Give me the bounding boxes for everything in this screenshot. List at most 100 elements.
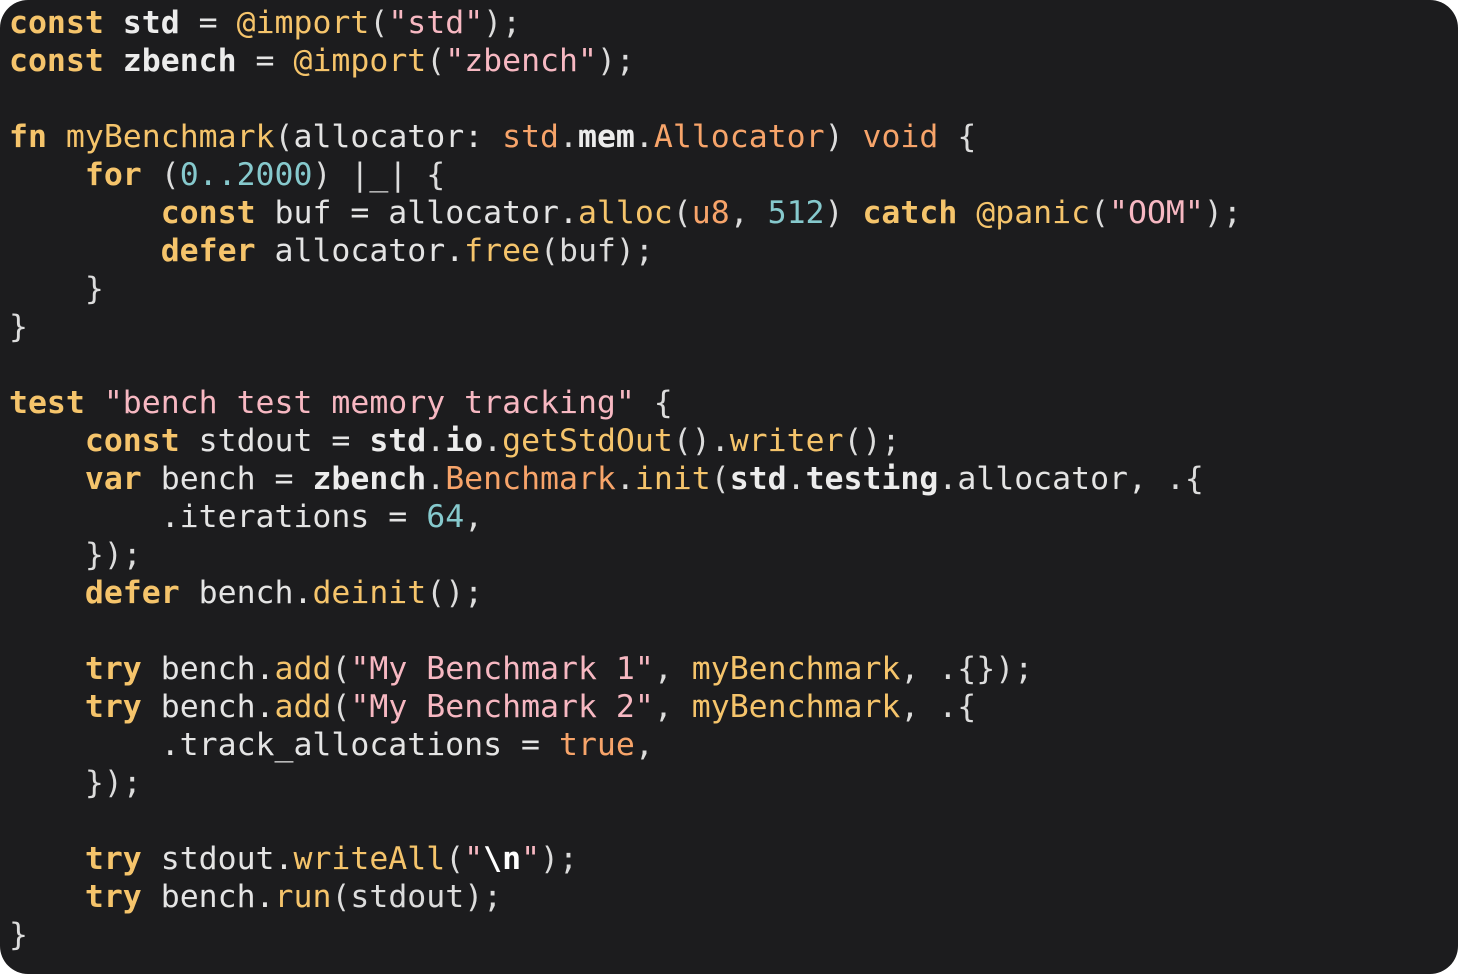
code-line[interactable]: } xyxy=(9,308,1242,346)
code-token-pu: (buf); xyxy=(540,233,654,269)
code-line[interactable]: var bench = zbench.Benchmark.init(std.te… xyxy=(9,460,1242,498)
code-token-id xyxy=(9,689,85,725)
code-token-pu: , xyxy=(653,651,692,687)
code-line[interactable]: const stdout = std.io.getStdOut().writer… xyxy=(9,422,1242,460)
code-line[interactable]: defer allocator.free(buf); xyxy=(9,232,1242,270)
code-token-id xyxy=(9,879,85,915)
code-token-fn: add xyxy=(274,651,332,687)
code-line[interactable]: for (0..2000) |_| { xyxy=(9,156,1242,194)
code-token-pu: { xyxy=(938,119,977,155)
code-token-pu: ); xyxy=(540,841,578,877)
code-token-bld: std xyxy=(122,5,180,41)
code-token-fn: writer xyxy=(729,423,844,459)
code-line[interactable]: } xyxy=(9,916,1242,954)
code-line[interactable]: }); xyxy=(9,764,1242,802)
code-token-pu: , xyxy=(653,689,692,725)
code-token-fn: add xyxy=(274,689,332,725)
code-token-id xyxy=(9,575,85,611)
code-token-fn: myBenchmark xyxy=(65,119,275,155)
code-token-ty: std xyxy=(502,119,560,155)
code-token-pu: , .{}); xyxy=(900,651,1034,687)
code-token-pu: (). xyxy=(672,423,730,459)
code-line[interactable]: try bench.run(stdout); xyxy=(9,878,1242,916)
code-token-id: bench. xyxy=(141,651,275,687)
code-token-id xyxy=(9,461,85,497)
code-line[interactable] xyxy=(9,80,1242,118)
code-token-id: allocator. xyxy=(255,233,465,269)
code-token-bi: @panic xyxy=(976,195,1091,231)
code-token-num: 512 xyxy=(767,195,825,231)
code-token-pu: (stdout); xyxy=(331,879,503,915)
code-line[interactable]: const std = @import("std"); xyxy=(9,4,1242,42)
code-editor[interactable]: const std = @import("std"); const zbench … xyxy=(0,0,1458,974)
code-token-kw: try xyxy=(84,651,142,687)
code-token-bld: zbench xyxy=(122,43,237,79)
code-token-kw: const xyxy=(9,43,104,79)
code-line[interactable]: defer bench.deinit(); xyxy=(9,574,1242,612)
code-token-pu: . xyxy=(426,461,446,497)
code-token-bi: @import xyxy=(236,5,370,41)
code-line[interactable]: try stdout.writeAll("\n"); xyxy=(9,840,1242,878)
code-token-kw: try xyxy=(84,879,142,915)
code-token-pu: ) |_| { xyxy=(312,157,446,193)
code-token-pu: ) xyxy=(824,119,863,155)
code-token-kw: const xyxy=(84,423,180,459)
code-line[interactable] xyxy=(9,346,1242,384)
code-token-pu: ( xyxy=(141,157,180,193)
code-token-kw: catch xyxy=(862,195,958,231)
code-token-pu: }); xyxy=(9,765,142,801)
code-token-id xyxy=(9,841,85,877)
code-token-pu: . xyxy=(615,461,635,497)
code-token-pu: ( xyxy=(710,461,730,497)
code-token-str: " xyxy=(521,841,541,877)
code-token-pu: . xyxy=(634,119,654,155)
code-token-esc: \n xyxy=(483,841,522,877)
code-token-str: "zbench" xyxy=(445,43,597,79)
code-token-id xyxy=(957,195,976,231)
code-line[interactable]: } xyxy=(9,270,1242,308)
code-line[interactable]: const zbench = @import("zbench"); xyxy=(9,42,1242,80)
code-token-id: bench = xyxy=(141,461,313,497)
code-token-pu: ) xyxy=(824,195,863,231)
code-line[interactable]: test "bench test memory tracking" { xyxy=(9,384,1242,422)
code-token-pu: } xyxy=(9,271,104,307)
code-token-fn: run xyxy=(274,879,332,915)
code-token-bld: std xyxy=(729,461,787,497)
code-token-fn: alloc xyxy=(577,195,673,231)
code-token-str: "My Benchmark 1" xyxy=(350,651,654,687)
code-line[interactable]: .iterations = 64, xyxy=(9,498,1242,536)
code-line[interactable]: try bench.add("My Benchmark 2", myBenchm… xyxy=(9,688,1242,726)
code-token-pu: ( xyxy=(1090,195,1110,231)
code-token-id: bench. xyxy=(141,689,275,725)
code-token-bld: testing xyxy=(805,461,939,497)
code-line[interactable]: }); xyxy=(9,536,1242,574)
code-token-fn: myBenchmark xyxy=(691,689,901,725)
code-token-id: stdout = xyxy=(179,423,370,459)
code-token-id xyxy=(104,5,123,41)
code-block[interactable]: const std = @import("std"); const zbench … xyxy=(9,4,1242,954)
code-token-kw: fn xyxy=(9,119,47,155)
code-token-pu: , xyxy=(634,727,654,763)
code-token-id: buf = allocator. xyxy=(255,195,578,231)
code-token-kw: const xyxy=(160,195,256,231)
code-token-pu: , xyxy=(729,195,768,231)
code-token-ty: Benchmark xyxy=(445,461,616,497)
code-line[interactable]: try bench.add("My Benchmark 1", myBenchm… xyxy=(9,650,1242,688)
code-line[interactable]: fn myBenchmark(allocator: std.mem.Alloca… xyxy=(9,118,1242,156)
code-token-fn: writeAll xyxy=(293,841,446,877)
code-line[interactable] xyxy=(9,612,1242,650)
code-token-pu: ); xyxy=(483,5,522,41)
code-token-id xyxy=(9,195,161,231)
code-token-pu: . xyxy=(786,461,806,497)
code-token-pu: }); xyxy=(9,537,142,573)
code-token-str: "std" xyxy=(388,5,484,41)
code-token-pu: ( xyxy=(274,119,294,155)
code-token-id xyxy=(104,43,123,79)
code-token-bld: std xyxy=(369,423,427,459)
code-line[interactable]: const buf = allocator.alloc(u8, 512) cat… xyxy=(9,194,1242,232)
code-line[interactable] xyxy=(9,802,1242,840)
code-token-pu: } xyxy=(9,917,28,953)
code-token-id: .track_allocations = xyxy=(9,727,559,763)
code-token-pu: ( xyxy=(331,651,351,687)
code-line[interactable]: .track_allocations = true, xyxy=(9,726,1242,764)
